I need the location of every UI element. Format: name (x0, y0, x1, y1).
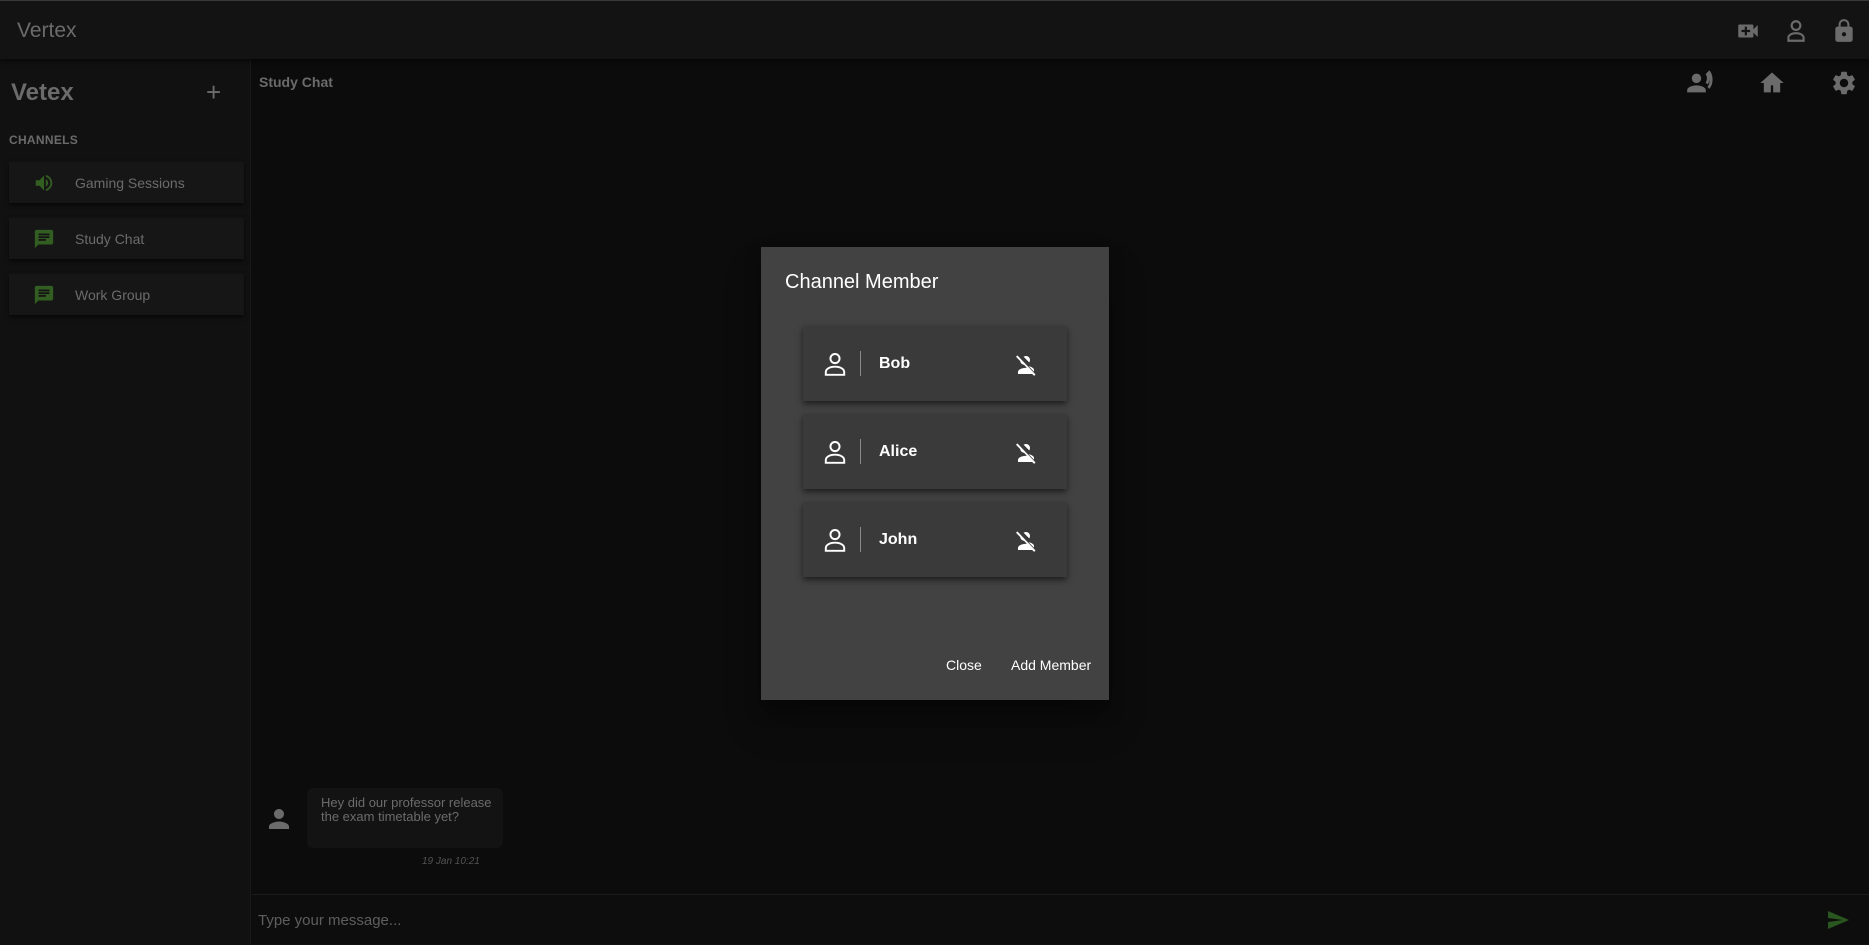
remove-member-icon[interactable] (1014, 528, 1038, 552)
divider (860, 439, 861, 464)
divider (860, 527, 861, 552)
remove-member-icon[interactable] (1014, 352, 1038, 376)
member-name: Bob (879, 355, 911, 372)
add-member-button[interactable]: Add Member (1011, 657, 1091, 673)
close-button[interactable]: Close (946, 657, 982, 673)
member-name: John (879, 531, 918, 548)
member-card: Bob (803, 326, 1067, 401)
channel-member-dialog: Channel Member Bob Alice John Close Add … (761, 247, 1109, 700)
person-outline-icon (824, 529, 846, 552)
person-outline-icon (824, 353, 846, 376)
remove-member-icon[interactable] (1014, 440, 1038, 464)
member-name: Alice (879, 443, 918, 460)
dialog-title: Channel Member (785, 271, 939, 293)
member-card: Alice (803, 414, 1067, 489)
person-outline-icon (824, 441, 846, 464)
member-card: John (803, 502, 1067, 577)
divider (860, 351, 861, 376)
